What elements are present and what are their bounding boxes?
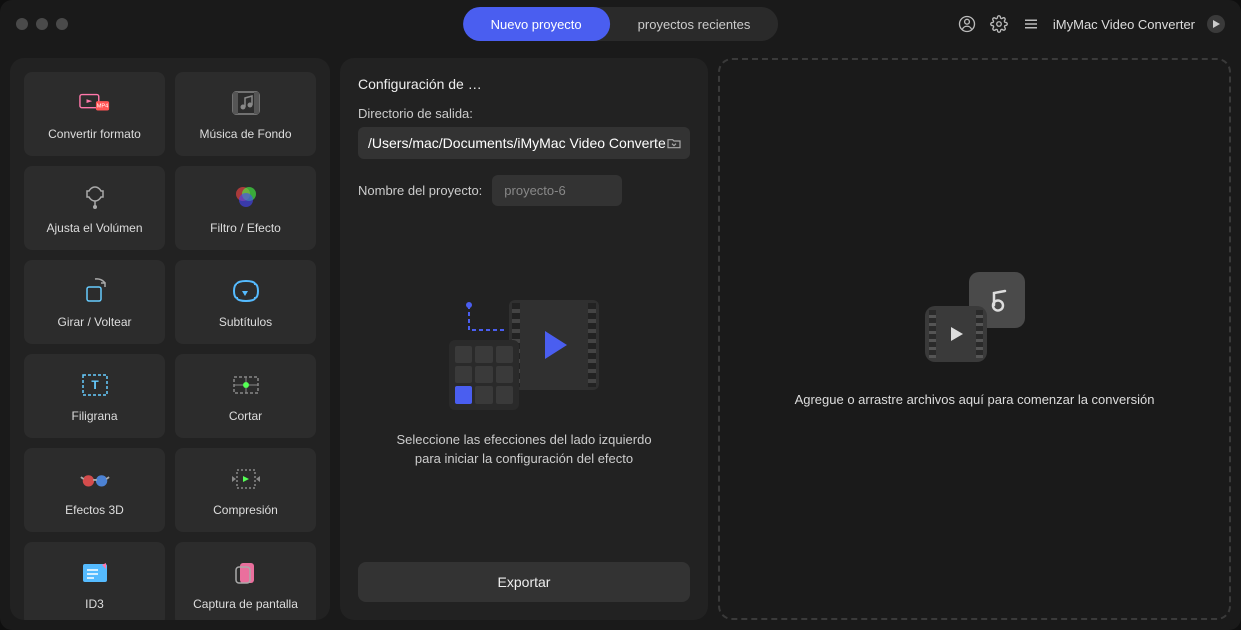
svg-text:MP4: MP4 [96, 104, 108, 110]
config-title: Configuración de … [358, 76, 690, 92]
tool-label: Captura de pantalla [193, 597, 298, 611]
output-dir-label: Directorio de salida: [358, 106, 690, 121]
cut-icon [230, 369, 262, 401]
output-dir-value: /Users/mac/Documents/iMyMac Video Conver… [368, 135, 666, 151]
tool-watermark[interactable]: T Filigrana [24, 354, 165, 438]
tool-label: Cortar [229, 409, 262, 423]
browse-folder-icon[interactable] [666, 135, 682, 151]
titlebar: Nuevo proyecto proyectos recientes iMyMa… [0, 0, 1241, 48]
svg-text:T: T [91, 378, 99, 392]
drop-files-icon [925, 272, 1025, 362]
tool-rotate-flip[interactable]: Girar / Voltear [24, 260, 165, 344]
watermark-icon: T [79, 369, 111, 401]
tool-label: Ajusta el Volúmen [46, 221, 142, 235]
export-button[interactable]: Exportar [358, 562, 690, 602]
tool-label: Música de Fondo [199, 127, 291, 141]
tool-label: Convertir formato [48, 127, 141, 141]
tool-label: Efectos 3D [65, 503, 124, 517]
maximize-window-button[interactable] [56, 18, 68, 30]
volume-icon [79, 181, 111, 213]
tool-convert-format[interactable]: MP4 Convertir formato [24, 72, 165, 156]
app-window: Nuevo proyecto proyectos recientes iMyMa… [0, 0, 1241, 630]
menu-icon[interactable] [1021, 14, 1041, 34]
app-title: iMyMac Video Converter [1053, 17, 1195, 32]
settings-icon[interactable] [989, 14, 1009, 34]
rotate-icon [79, 275, 111, 307]
tool-filter-effect[interactable]: Filtro / Efecto [175, 166, 316, 250]
project-name-input[interactable] [492, 175, 622, 206]
compression-icon [230, 463, 262, 495]
tab-recent-projects[interactable]: proyectos recientes [610, 7, 779, 41]
minimize-window-button[interactable] [36, 18, 48, 30]
music-icon [230, 87, 262, 119]
tool-background-music[interactable]: Música de Fondo [175, 72, 316, 156]
tool-compression[interactable]: Compresión [175, 448, 316, 532]
close-window-button[interactable] [16, 18, 28, 30]
tools-sidebar: MP4 Convertir formato Música de Fondo Aj… [10, 58, 330, 620]
tool-label: Filtro / Efecto [210, 221, 281, 235]
tool-id3[interactable]: ID3 [24, 542, 165, 620]
id3-icon [79, 557, 111, 589]
convert-format-icon: MP4 [79, 87, 111, 119]
file-drop-zone[interactable]: Agregue o arrastre archivos aquí para co… [718, 58, 1231, 620]
project-name-label: Nombre del proyecto: [358, 183, 482, 198]
window-controls [16, 18, 68, 30]
glasses-3d-icon [79, 463, 111, 495]
effect-placeholder: Seleccione las efecciones del lado izqui… [358, 206, 690, 562]
play-icon[interactable] [1207, 15, 1225, 33]
tool-label: ID3 [85, 597, 104, 611]
tool-label: Subtítulos [219, 315, 272, 329]
project-tabs: Nuevo proyecto proyectos recientes [463, 7, 779, 41]
account-icon[interactable] [957, 14, 977, 34]
tool-cut[interactable]: Cortar [175, 354, 316, 438]
filter-icon [230, 181, 262, 213]
tool-3d-effects[interactable]: Efectos 3D [24, 448, 165, 532]
tool-adjust-volume[interactable]: Ajusta el Volúmen [24, 166, 165, 250]
tab-new-project[interactable]: Nuevo proyecto [463, 7, 610, 41]
effect-instruction: Seleccione las efecciones del lado izqui… [384, 430, 664, 469]
subtitles-icon [230, 275, 262, 307]
tool-label: Filigrana [71, 409, 117, 423]
tool-screenshot[interactable]: Captura de pantalla [175, 542, 316, 620]
screenshot-icon [230, 557, 262, 589]
output-dir-input[interactable]: /Users/mac/Documents/iMyMac Video Conver… [358, 127, 690, 159]
tool-subtitles[interactable]: Subtítulos [175, 260, 316, 344]
effect-illustration-icon [449, 300, 599, 410]
drop-instruction: Agregue o arrastre archivos aquí para co… [795, 392, 1155, 407]
tool-label: Girar / Voltear [57, 315, 131, 329]
config-panel: Configuración de … Directorio de salida:… [340, 58, 708, 620]
tool-label: Compresión [213, 503, 278, 517]
